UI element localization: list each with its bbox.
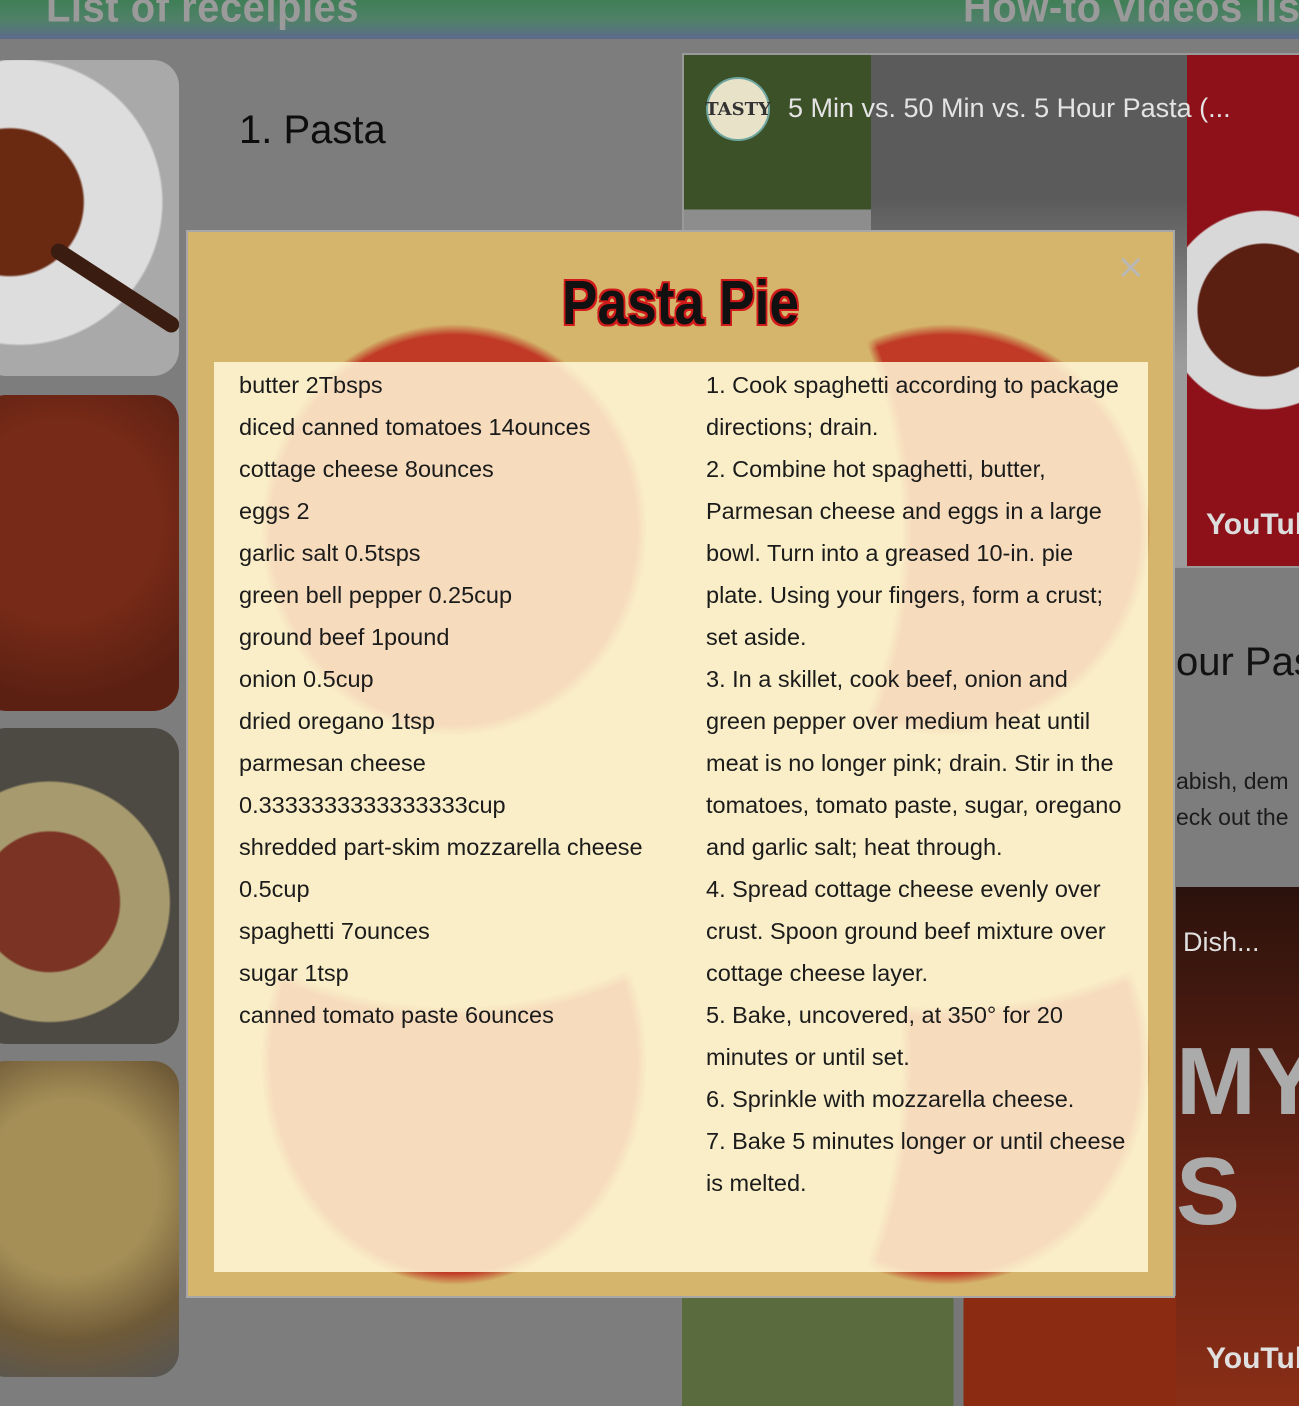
ingredient-item: canned tomato paste 6ounces <box>239 1002 554 1028</box>
step-item: 4. Spread cottage cheese evenly over cru… <box>706 876 1106 986</box>
ingredient-item: cottage cheese 8ounces <box>239 456 494 482</box>
recipe-heading: 1. Pasta <box>239 108 386 152</box>
ingredient-item: dried oregano 1tsp <box>239 708 435 734</box>
recipe-thumbnail-casserole[interactable] <box>0 1061 179 1377</box>
ingredient-item: garlic salt 0.5tsps <box>239 540 421 566</box>
recipes-list-title: List of receipies <box>46 0 360 32</box>
recipe-modal: × Pasta Pie butter 2Tbsps diced canned t… <box>186 230 1175 1298</box>
recipe-thumbnail-sauce[interactable] <box>0 395 179 711</box>
close-icon[interactable]: × <box>1117 250 1146 284</box>
channel-avatar[interactable]: TASTY <box>705 77 771 141</box>
step-item: 1. Cook spaghetti according to package d… <box>706 372 1119 440</box>
step-item: 2. Combine hot spaghetti, butter, Parmes… <box>706 456 1104 650</box>
step-item: 6. Sprinkle with mozzarella cheese. <box>706 1086 1075 1112</box>
step-item: 7. Bake 5 minutes longer or until cheese… <box>706 1128 1126 1196</box>
side-text-line-2: eck out the <box>1176 804 1289 830</box>
ingredient-item: sugar 1tsp <box>239 960 349 986</box>
video-title[interactable]: 5 Min vs. 50 Min vs. 5 Hour Pasta (... <box>788 93 1231 124</box>
ingredient-item: parmesan cheese 0.3333333333333333cup <box>239 750 506 818</box>
ingredient-item: eggs 2 <box>239 498 310 524</box>
recipe-thumbnail-pasta-pie[interactable] <box>0 728 179 1044</box>
ingredient-item: diced canned tomatoes 14ounces <box>239 414 591 440</box>
side-heading: our Pas <box>1176 640 1299 684</box>
recipe-thumbnail-soup[interactable] <box>0 60 179 376</box>
ingredient-item: spaghetti 7ounces <box>239 918 430 944</box>
steps-list: 1. Cook spaghetti according to package d… <box>706 364 1131 1204</box>
modal-title: Pasta Pie <box>561 269 800 338</box>
video2-thumbnail[interactable] <box>682 1296 1176 1406</box>
step-item: 5. Bake, uncovered, at 350° for 20 minut… <box>706 1002 1063 1070</box>
side-text-line-1: abish, dem <box>1176 768 1289 794</box>
video-embed-2[interactable]: Dish... MYS YouTube <box>1176 887 1299 1406</box>
step-item: 3. In a skillet, cook beef, onion and gr… <box>706 666 1122 860</box>
ingredient-item: onion 0.5cup <box>239 666 374 692</box>
youtube-logo-2[interactable]: YouTube <box>1206 1342 1299 1376</box>
ingredient-item: ground beef 1pound <box>239 624 450 650</box>
ingredient-item: butter 2Tbsps <box>239 372 383 398</box>
header-bar: List of receipies How-to videos list <box>0 0 1299 39</box>
ingredient-item: shredded part-skim mozzarella cheese 0.5… <box>239 834 643 902</box>
video2-title[interactable]: Dish... <box>1183 927 1260 958</box>
videos-list-title: How-to videos list <box>963 0 1299 32</box>
video2-thumbnail-text: MY S <box>1176 1028 1299 1245</box>
ingredient-item: green bell pepper 0.25cup <box>239 582 513 608</box>
recipe-content: butter 2Tbsps diced canned tomatoes 14ou… <box>214 362 1148 1272</box>
ingredients-list: butter 2Tbsps diced canned tomatoes 14ou… <box>239 364 679 1036</box>
youtube-logo[interactable]: YouTube <box>1206 508 1299 542</box>
